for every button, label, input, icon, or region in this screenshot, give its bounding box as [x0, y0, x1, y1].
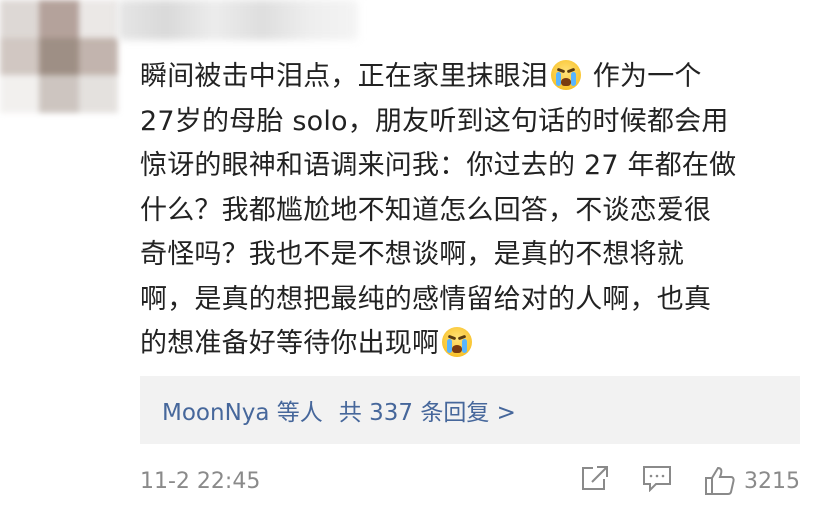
- avatar-blurred[interactable]: [0, 0, 118, 113]
- comment-line: 什么？我都尴尬地不知道怎么回答，不谈恋爱很: [140, 194, 712, 226]
- comment-line: 奇怪吗？我也不是不想谈啊，是真的不想将就: [140, 239, 684, 270]
- like-count: 3215: [744, 468, 800, 494]
- share-icon[interactable]: [580, 464, 610, 498]
- crying-face-icon: [551, 60, 581, 90]
- comment-line: 的想准备好等待你出现啊: [140, 322, 820, 367]
- timestamp: 11-2 22:45: [140, 468, 261, 494]
- action-bar: 3215: [548, 462, 800, 500]
- reply-users-link[interactable]: MoonNya 等人: [162, 393, 323, 427]
- crying-face-icon: [442, 327, 473, 357]
- replies-summary[interactable]: MoonNya 等人 共 337 条回复 >: [140, 376, 800, 444]
- comment-line: 27岁的母胎 solo，朋友听到这句话的时候都会用: [140, 105, 729, 137]
- comment-line: 瞬间被击中泪点，正在家里抹眼泪 作为一个: [140, 60, 702, 92]
- comment-footer: 11-2 22:45 3215: [140, 462, 800, 500]
- comment-text: 瞬间被击中泪点，正在家里抹眼泪 作为一个 27岁的母胎 solo，朋友听到这句话…: [140, 55, 820, 367]
- reply-count-link[interactable]: 共 337 条回复 >: [339, 393, 516, 427]
- comment-icon[interactable]: [642, 464, 672, 498]
- comment-line: 惊讶的眼神和语调来问我：你过去的 27 年都在做: [140, 150, 737, 181]
- thumbs-up-icon: [705, 466, 735, 495]
- username-blurred[interactable]: [118, 0, 358, 40]
- comment-line: 啊，是真的想把最纯的感情留给对的人啊，也真: [140, 283, 712, 315]
- like-button[interactable]: 3215: [704, 466, 800, 496]
